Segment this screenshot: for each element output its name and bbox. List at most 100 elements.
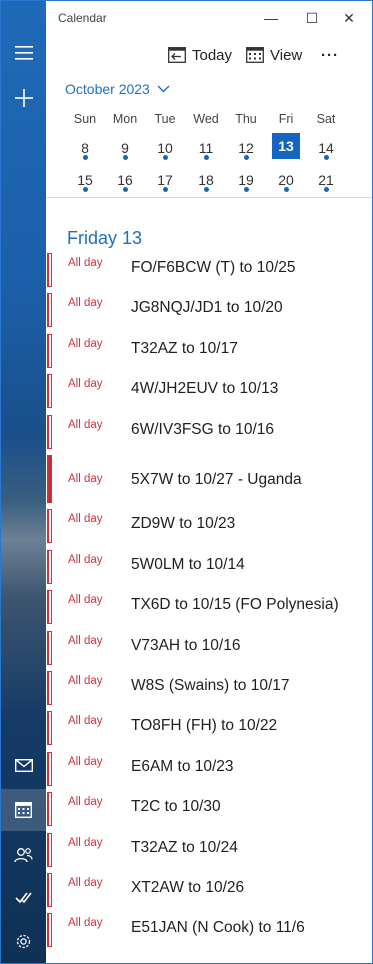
divider [46,197,372,198]
day-header: Friday 13 [67,228,143,248]
all-day-label: All day [68,715,103,727]
month-selector[interactable]: October 2023 [65,81,170,97]
event-color-bar [47,374,52,408]
event-indicator-dot [163,155,168,160]
month-label: October 2023 [65,81,150,97]
event-indicator-dot [284,187,289,192]
close-button[interactable]: ✕ [334,7,364,29]
event-item[interactable]: All day V73AH to 10/16 [46,631,372,667]
all-day-label: All day [68,917,103,929]
all-day-label: All day [68,473,103,485]
event-color-bar [47,415,52,449]
view-button[interactable]: View [246,41,302,69]
all-day-label: All day [68,877,103,889]
all-day-label: All day [68,297,103,309]
event-indicator-dot [244,187,249,192]
all-day-label: All day [68,378,103,390]
more-options-button[interactable]: ··· [321,41,339,69]
event-color-bar [47,509,52,543]
weekday-sun: Sun [73,112,97,126]
mail-icon[interactable] [1,744,46,786]
event-item[interactable]: All day 5W0LM to 10/14 [46,550,372,586]
event-color-bar [47,590,52,624]
event-item[interactable]: All day E51JAN (N Cook) to 11/6 [46,913,372,949]
calendar-day-selected[interactable]: 13 [272,133,300,159]
event-title: 6W/IV3FSG to 10/16 [131,421,275,438]
event-indicator-dot [324,187,329,192]
all-day-label: All day [68,338,103,350]
app-title: Calendar [58,11,107,25]
event-indicator-dot [324,155,329,160]
event-color-bar [47,913,52,947]
today-icon [168,47,186,63]
weekday-sat: Sat [316,112,336,126]
all-day-label: All day [68,419,103,431]
navigation-rail [1,1,46,963]
event-title: W8S (Swains) to 10/17 [131,677,290,694]
new-event-plus-icon[interactable] [1,77,46,119]
event-indicator-dot [83,155,88,160]
event-color-bar [47,792,52,826]
main-panel: Calendar — ☐ ✕ Today View ··· October 20… [46,1,372,963]
calendar-icon[interactable] [1,789,46,831]
event-title: TO8FH (FH) to 10/22 [131,717,278,734]
event-color-bar [47,873,52,907]
settings-gear-icon[interactable] [1,920,46,962]
all-day-label: All day [68,796,103,808]
event-title: 4W/JH2EUV to 10/13 [131,380,279,397]
event-item[interactable]: All day 4W/JH2EUV to 10/13 [46,374,372,410]
event-indicator-dot [163,187,168,192]
event-item[interactable]: All day E6AM to 10/23 [46,752,372,788]
event-item[interactable]: All day XT2AW to 10/26 [46,873,372,909]
all-day-label: All day [68,837,103,849]
all-day-label: All day [68,635,103,647]
all-day-label: All day [68,756,103,768]
event-item[interactable]: All day ZD9W to 10/23 [46,509,372,545]
chevron-down-icon [157,85,170,93]
view-label: View [270,46,303,64]
todo-checkmark-icon[interactable] [1,876,46,918]
people-icon[interactable] [1,834,46,876]
event-item[interactable]: All day T2C to 10/30 [46,792,372,828]
minimize-button[interactable]: — [256,7,286,29]
event-item[interactable]: All day T32AZ to 10/17 [46,334,372,370]
event-item[interactable]: All day W8S (Swains) to 10/17 [46,671,372,707]
all-day-label: All day [68,554,103,566]
all-day-label: All day [68,513,103,525]
event-indicator-dot [123,187,128,192]
event-title: 5W0LM to 10/14 [131,556,245,573]
event-color-bar [47,455,52,503]
weekday-thu: Thu [235,112,257,126]
hamburger-icon[interactable] [1,32,46,74]
event-color-bar [47,334,52,368]
event-title: E51JAN (N Cook) to 11/6 [131,919,305,936]
event-color-bar [47,550,52,584]
event-color-bar [47,671,52,705]
event-item[interactable]: All day T32AZ to 10/24 [46,833,372,869]
event-title: T2C to 10/30 [131,798,221,815]
event-title: V73AH to 10/16 [131,637,241,654]
event-item[interactable]: All day 6W/IV3FSG to 10/16 [46,415,372,451]
event-title: TX6D to 10/15 (FO Polynesia) [131,596,339,613]
event-color-bar [47,293,52,327]
all-day-label: All day [68,257,103,269]
event-title: ZD9W to 10/23 [131,515,236,532]
event-title: JG8NQJ/JD1 to 10/20 [131,299,283,316]
event-color-bar [47,752,52,786]
event-color-bar [47,833,52,867]
event-title: T32AZ to 10/17 [131,340,238,357]
event-item[interactable]: All day TX6D to 10/15 (FO Polynesia) [46,590,372,626]
event-item[interactable]: All day TO8FH (FH) to 10/22 [46,711,372,747]
event-indicator-dot [204,155,209,160]
title-bar: Calendar — ☐ ✕ [46,1,372,35]
event-item[interactable]: All day JG8NQJ/JD1 to 10/20 [46,293,372,329]
event-item[interactable]: All day 5X7W to 10/27 - Uganda [46,455,372,505]
event-item[interactable]: All day FO/F6BCW (T) to 10/25 [46,253,372,289]
event-indicator-dot [204,187,209,192]
event-title: FO/F6BCW (T) to 10/25 [131,259,296,276]
event-indicator-dot [123,155,128,160]
maximize-button[interactable]: ☐ [297,7,327,29]
weekday-tue: Tue [154,112,176,126]
today-button[interactable]: Today [168,41,232,69]
view-icon [246,47,264,63]
